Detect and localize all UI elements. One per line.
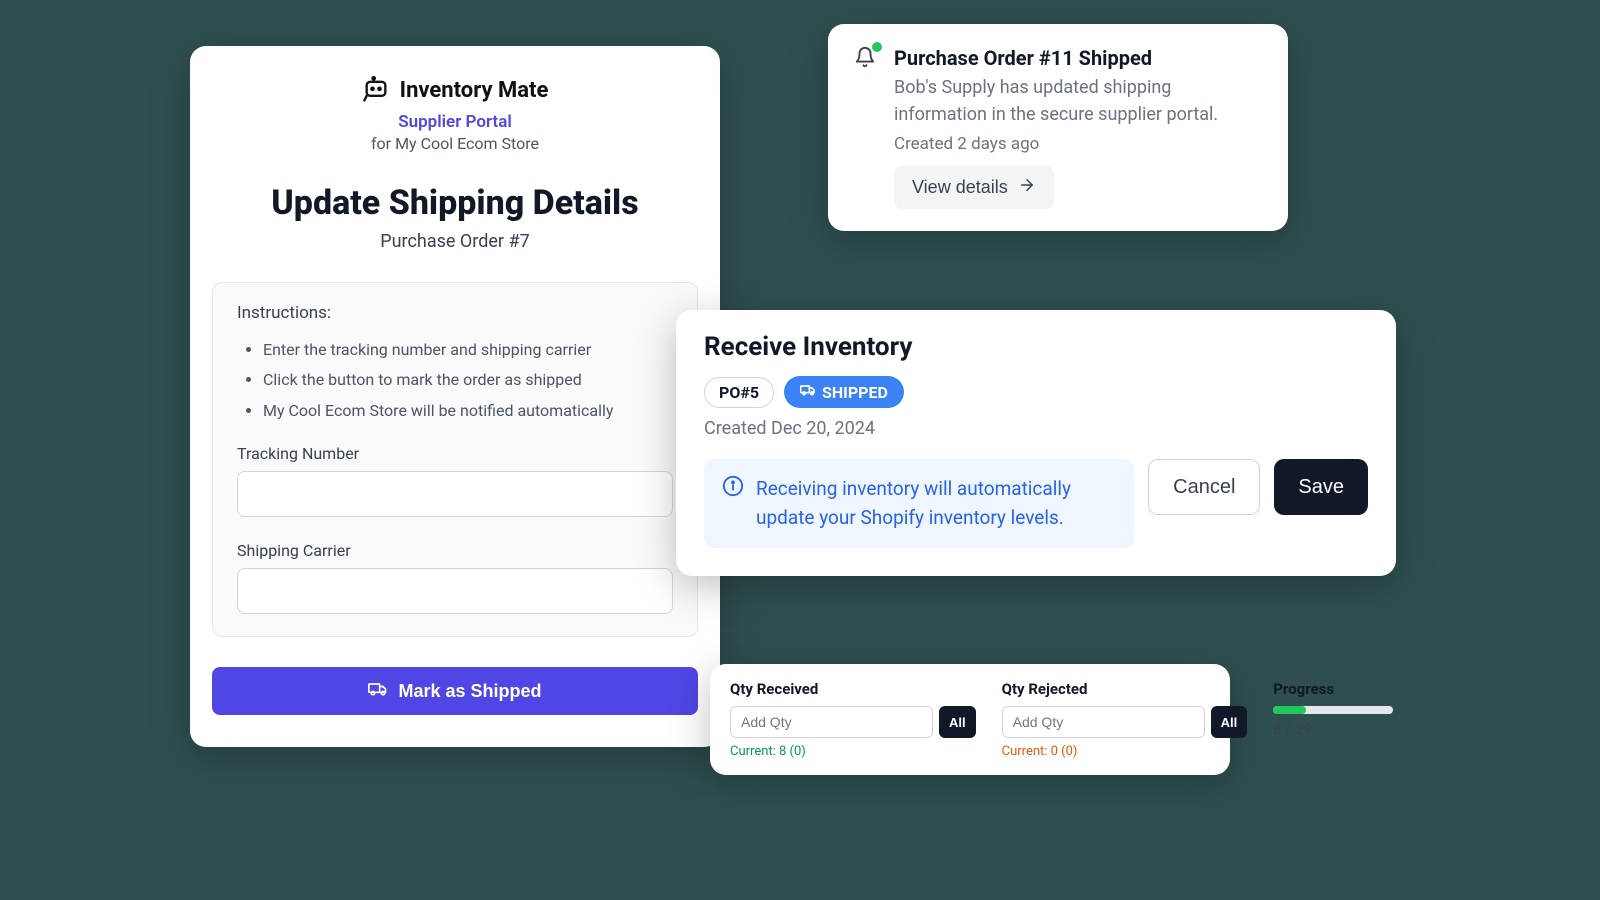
instruction-item: Click the button to mark the order as sh… bbox=[263, 365, 673, 395]
page-title: Update Shipping Details bbox=[190, 183, 720, 223]
qty-received-current: Current: 8 (0) bbox=[730, 744, 976, 759]
qty-received-col: Qty Received All Current: 8 (0) bbox=[730, 680, 976, 759]
progress-fill bbox=[1273, 706, 1306, 714]
store-name: for My Cool Ecom Store bbox=[190, 134, 720, 153]
instructions-label: Instructions: bbox=[237, 303, 673, 323]
instruction-item: My Cool Ecom Store will be notified auto… bbox=[263, 396, 673, 426]
qty-rejected-col: Qty Rejected All Current: 0 (0) bbox=[1002, 680, 1248, 759]
qty-received-label: Qty Received bbox=[730, 680, 976, 698]
progress-bar bbox=[1273, 706, 1393, 714]
brand-name: Inventory Mate bbox=[400, 78, 549, 103]
info-icon bbox=[722, 475, 744, 501]
progress-col: Progress 8 / 29 bbox=[1273, 680, 1393, 759]
brand: Inventory Mate bbox=[190, 76, 720, 104]
progress-text: 8 / 29 bbox=[1273, 720, 1393, 738]
qty-card: Qty Received All Current: 8 (0) Qty Reje… bbox=[710, 664, 1230, 775]
notification-card: Purchase Order #11 Shipped Bob's Supply … bbox=[828, 24, 1288, 231]
arrow-right-icon bbox=[1018, 176, 1036, 199]
mark-as-shipped-label: Mark as Shipped bbox=[398, 681, 541, 702]
notification-body: Bob's Supply has updated shipping inform… bbox=[894, 74, 1262, 128]
qty-rejected-all-button[interactable]: All bbox=[1211, 706, 1248, 738]
view-details-button[interactable]: View details bbox=[894, 166, 1054, 209]
po-subtitle: Purchase Order #7 bbox=[190, 231, 720, 252]
qty-rejected-input[interactable] bbox=[1002, 706, 1205, 738]
mark-as-shipped-button[interactable]: Mark as Shipped bbox=[212, 667, 698, 715]
notification-title: Purchase Order #11 Shipped bbox=[894, 46, 1262, 70]
tracking-number-label: Tracking Number bbox=[237, 444, 673, 463]
truck-icon bbox=[800, 382, 816, 402]
bell-icon bbox=[854, 53, 876, 72]
info-banner-text: Receiving inventory will automatically u… bbox=[756, 475, 1116, 532]
qty-rejected-label: Qty Rejected bbox=[1002, 680, 1248, 698]
qty-rejected-current: Current: 0 (0) bbox=[1002, 744, 1248, 759]
bell-icon-wrap bbox=[854, 46, 876, 209]
instructions-box: Instructions: Enter the tracking number … bbox=[212, 282, 698, 637]
notification-dot-icon bbox=[872, 42, 882, 52]
progress-label: Progress bbox=[1273, 680, 1393, 698]
view-details-label: View details bbox=[912, 177, 1008, 198]
tracking-number-input[interactable] bbox=[237, 471, 673, 517]
shipping-carrier-label: Shipping Carrier bbox=[237, 541, 673, 560]
notification-content: Purchase Order #11 Shipped Bob's Supply … bbox=[894, 46, 1262, 209]
shipping-details-card: Inventory Mate Supplier Portal for My Co… bbox=[190, 46, 720, 747]
receive-title: Receive Inventory bbox=[704, 332, 1368, 362]
save-button[interactable]: Save bbox=[1274, 459, 1368, 515]
inventory-mate-logo-icon bbox=[362, 76, 390, 104]
info-banner: Receiving inventory will automatically u… bbox=[704, 459, 1134, 548]
instruction-item: Enter the tracking number and shipping c… bbox=[263, 335, 673, 365]
shipping-carrier-input[interactable] bbox=[237, 568, 673, 614]
badge-row: PO#5 SHIPPED bbox=[704, 376, 1368, 408]
cancel-button[interactable]: Cancel bbox=[1148, 459, 1260, 515]
qty-received-all-button[interactable]: All bbox=[939, 706, 976, 738]
receive-inventory-card: Receive Inventory PO#5 SHIPPED Created D… bbox=[676, 310, 1396, 576]
notification-meta: Created 2 days ago bbox=[894, 134, 1262, 154]
supplier-portal-link[interactable]: Supplier Portal bbox=[190, 112, 720, 132]
receive-actions: Receiving inventory will automatically u… bbox=[704, 459, 1368, 548]
po-badge: PO#5 bbox=[704, 377, 774, 408]
shipped-badge: SHIPPED bbox=[784, 376, 904, 408]
qty-received-input[interactable] bbox=[730, 706, 933, 738]
truck-icon bbox=[368, 679, 388, 704]
shipped-badge-label: SHIPPED bbox=[822, 383, 888, 402]
instructions-list: Enter the tracking number and shipping c… bbox=[237, 335, 673, 426]
created-date: Created Dec 20, 2024 bbox=[704, 418, 1368, 439]
